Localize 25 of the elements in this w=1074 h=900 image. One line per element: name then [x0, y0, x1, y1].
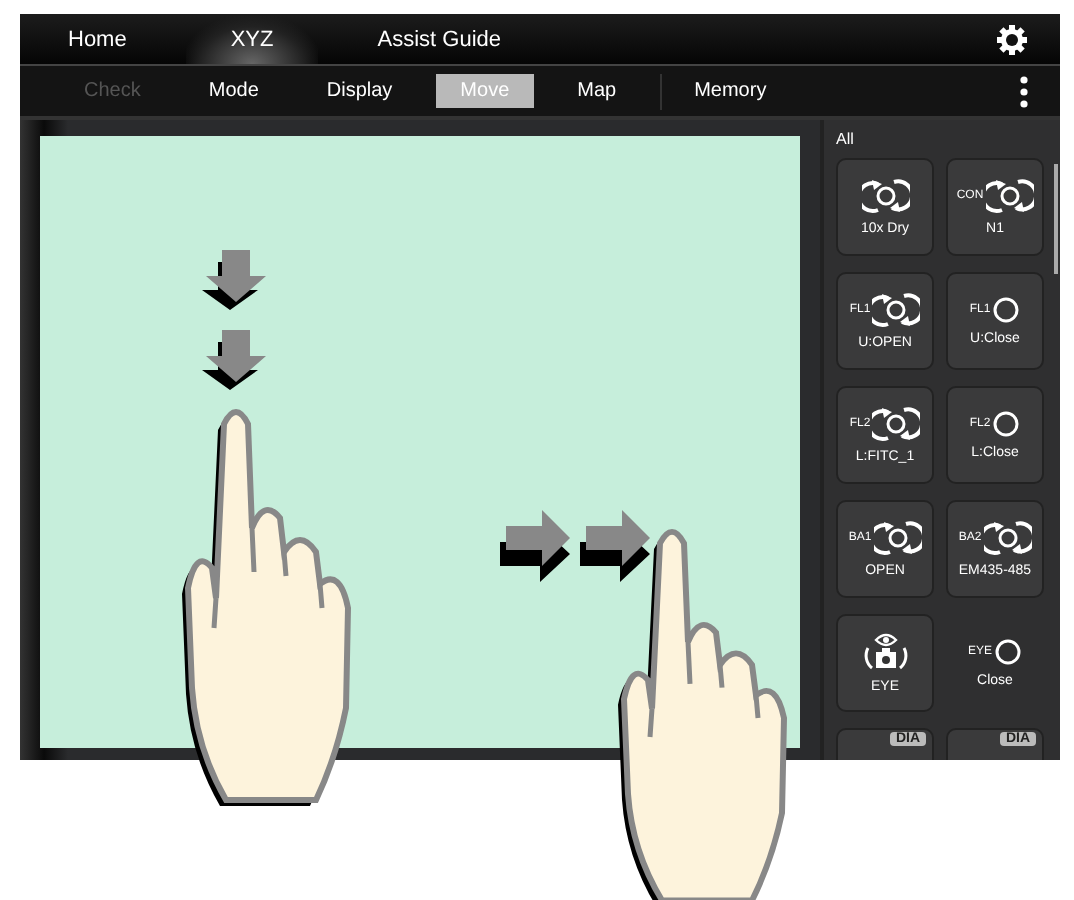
mode-tab[interactable]: Mode [184, 74, 283, 108]
rotate-icon [985, 178, 1034, 214]
settings-icon[interactable] [996, 23, 1028, 55]
right-arrow-icon [500, 510, 570, 582]
circle-icon [992, 410, 1021, 438]
down-arrow-icon [202, 330, 266, 390]
nav-tab[interactable]: Assist Guide [333, 15, 545, 63]
down-arrow-icon [202, 250, 266, 310]
mode-tab[interactable]: Memory [670, 74, 791, 108]
panel-title: All [836, 130, 856, 148]
more-menu-icon[interactable] [1020, 75, 1028, 107]
rotate-icon [872, 292, 921, 328]
scrollbar [1054, 164, 1058, 274]
eye-camera-icon [859, 632, 911, 672]
circle-icon [992, 296, 1021, 324]
rotate-icon [983, 520, 1032, 556]
nav-tab[interactable]: Home [68, 15, 171, 63]
right-arrow-icon [580, 510, 650, 582]
circle-icon [994, 638, 1022, 666]
rotate-icon [872, 406, 921, 442]
mode-tab[interactable]: Map [553, 74, 641, 108]
rotate-icon [873, 520, 922, 556]
nav-tab[interactable]: XYZ [186, 15, 318, 63]
mode-tab[interactable]: Display [302, 74, 417, 108]
rotate-icon [861, 178, 909, 214]
